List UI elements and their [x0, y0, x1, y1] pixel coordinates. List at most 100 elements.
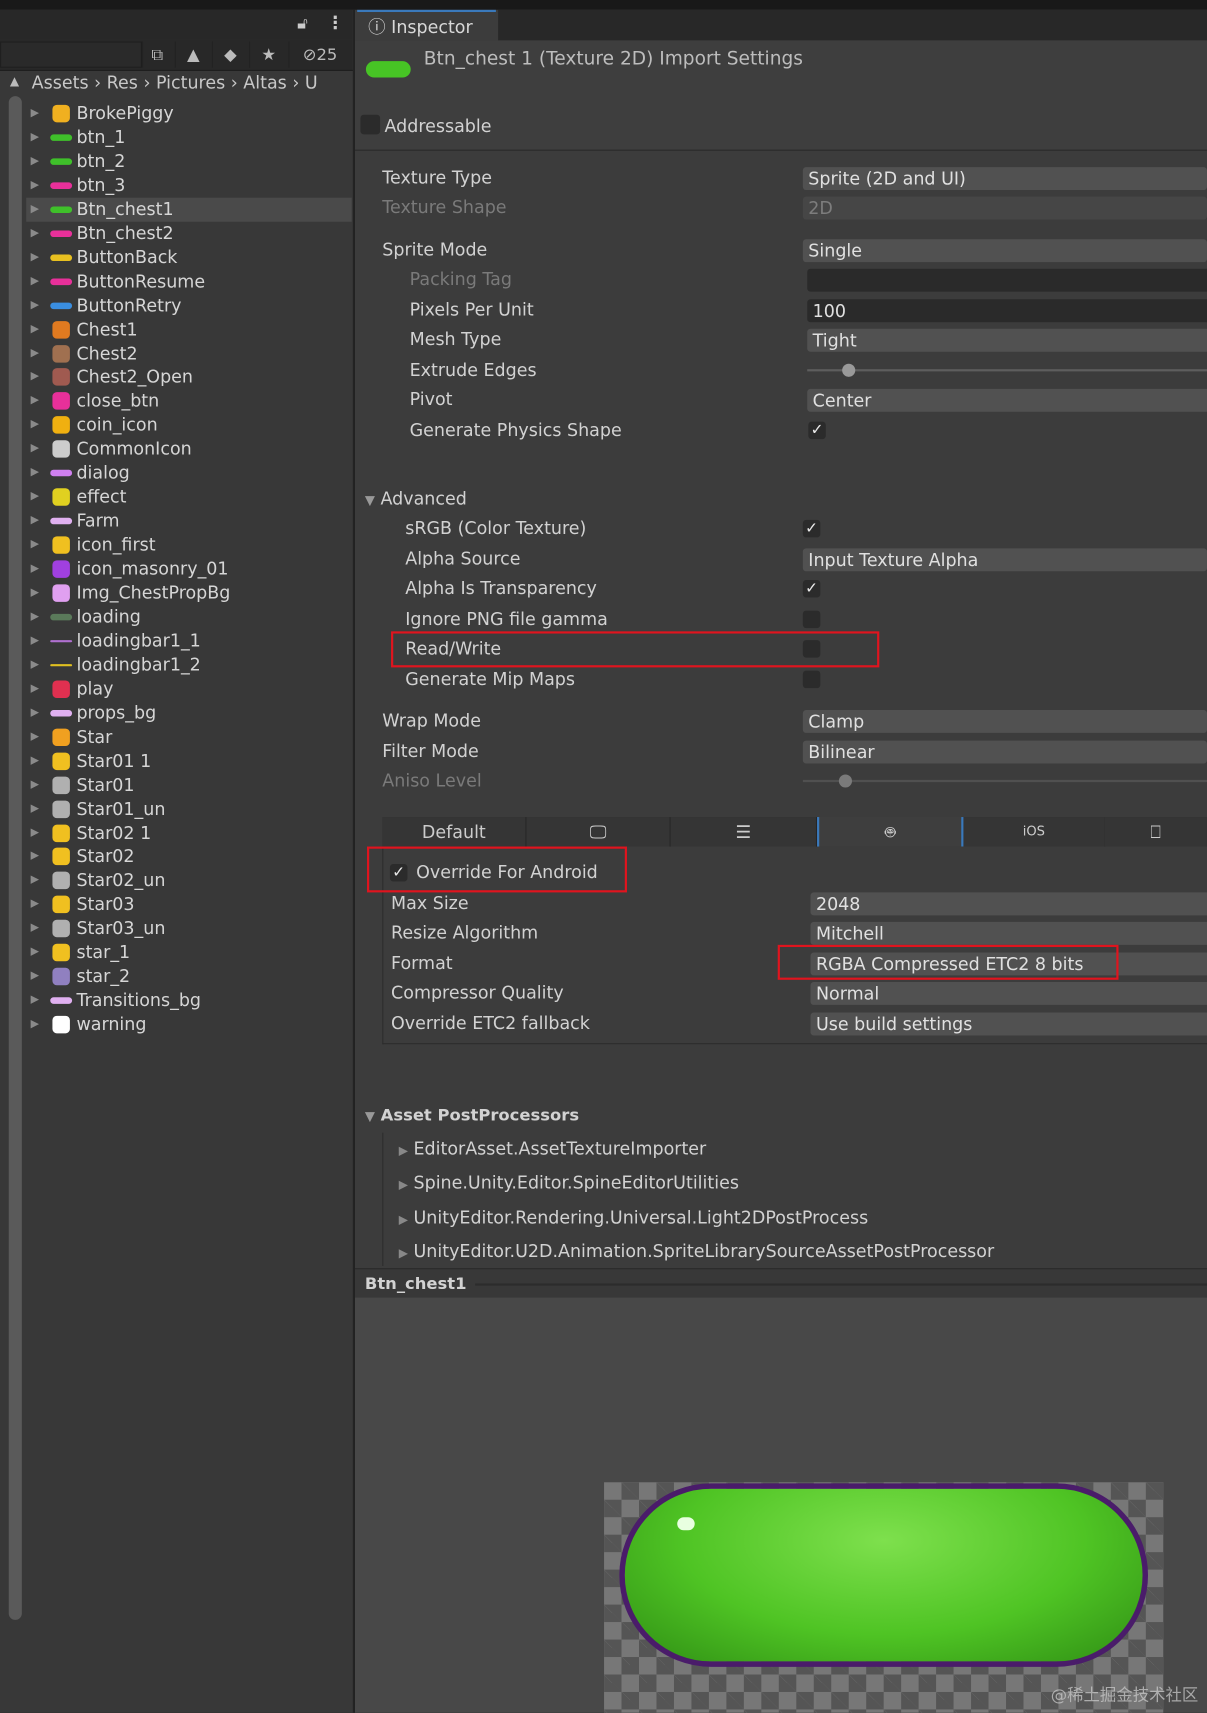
asset-item[interactable]: ▶ Star [26, 725, 352, 749]
asset-item[interactable]: ▶ play [26, 677, 352, 701]
breadcrumb-altas[interactable]: Altas [243, 72, 286, 93]
filter-type-icon[interactable]: ▲ [174, 41, 211, 68]
postprocessor-item[interactable]: ▶ UnityEditor.U2D.Animation.SpriteLibrar… [399, 1241, 994, 1262]
preview-drag-handle[interactable] [475, 1283, 1207, 1286]
expand-arrow-icon[interactable]: ▶ [31, 150, 39, 174]
extrude-edges-slider[interactable] [807, 363, 1207, 377]
asset-item[interactable]: ▶ Chest2 [26, 341, 352, 365]
asset-item[interactable]: ▶ Btn_chest2 [26, 221, 352, 245]
slider-knob[interactable] [838, 774, 852, 788]
mesh-type-dropdown[interactable]: Tight [807, 328, 1207, 352]
expand-arrow-icon[interactable]: ▶ [31, 485, 39, 509]
asset-item[interactable]: ▶ loading [26, 605, 352, 629]
search-input[interactable] [0, 41, 142, 68]
etc2-fallback-dropdown[interactable]: Use build settings [810, 1012, 1207, 1036]
asset-item[interactable]: ▶ Star03_un [26, 917, 352, 941]
expand-arrow-icon[interactable]: ▶ [31, 413, 39, 437]
expand-arrow-icon[interactable]: ▶ [31, 389, 39, 413]
asset-item[interactable]: ▶ Chest2_Open [26, 365, 352, 389]
packing-tag-input[interactable] [807, 268, 1207, 292]
expand-arrow-icon[interactable]: ▶ [31, 197, 39, 221]
expand-arrow-icon[interactable]: ▶ [31, 437, 39, 461]
resize-algorithm-dropdown[interactable]: Mitchell [810, 921, 1207, 945]
asset-item[interactable]: ▶ btn_1 [26, 126, 352, 150]
expand-arrow-icon[interactable]: ▶ [31, 725, 39, 749]
asset-item[interactable]: ▶ Star02 1 [26, 821, 352, 845]
expand-arrow-icon[interactable]: ▶ [31, 293, 39, 317]
postprocessor-item[interactable]: ▶ UnityEditor.Rendering.Universal.Light2… [399, 1207, 869, 1228]
more-menu-icon[interactable]: ⋮ [327, 12, 344, 33]
ignore-png-gamma-checkbox[interactable] [802, 610, 821, 629]
expand-arrow-icon[interactable]: ▶ [31, 102, 39, 126]
expand-arrow-icon[interactable]: ▶ [31, 461, 39, 485]
expand-arrow-icon[interactable]: ▶ [31, 269, 39, 293]
physics-shape-checkbox[interactable]: ✓ [808, 421, 826, 440]
breadcrumb-pictures[interactable]: Pictures [156, 72, 225, 93]
asset-item[interactable]: ▶ props_bg [26, 701, 352, 725]
pivot-dropdown[interactable]: Center [807, 388, 1207, 412]
expand-arrow-icon[interactable]: ▶ [31, 1013, 39, 1037]
expand-arrow-icon[interactable]: ▶ [31, 341, 39, 365]
expand-arrow-icon[interactable]: ▶ [31, 845, 39, 869]
asset-item[interactable]: ▶ ButtonBack [26, 245, 352, 269]
srgb-checkbox[interactable]: ✓ [802, 519, 821, 538]
expand-arrow-icon[interactable]: ▶ [31, 749, 39, 773]
hidden-count-button[interactable]: ⊘25 [288, 41, 350, 68]
asset-item[interactable]: ▶ Btn_chest1 [26, 197, 352, 222]
max-size-dropdown[interactable]: 2048 [810, 892, 1207, 916]
scrollbar[interactable] [8, 96, 22, 1620]
expand-arrow-icon[interactable]: ▶ [31, 629, 39, 653]
asset-item[interactable]: ▶ star_2 [26, 965, 352, 989]
expand-arrow-icon[interactable]: ▶ [31, 317, 39, 341]
tag-icon[interactable]: ◆ [211, 41, 248, 68]
asset-item[interactable]: ▶ icon_masonry_01 [26, 557, 352, 581]
postprocessors-foldout[interactable]: ▼ Asset PostProcessors [365, 1105, 579, 1125]
platform-tab-webgl[interactable]: ⎕ [1104, 817, 1207, 847]
postprocessor-item[interactable]: ▶ Spine.Unity.Editor.SpineEditorUtilitie… [399, 1172, 739, 1193]
expand-arrow-icon[interactable]: ▶ [31, 821, 39, 845]
expand-arrow-icon[interactable]: ▶ [31, 221, 39, 245]
asset-item[interactable]: ▶ dialog [26, 461, 352, 485]
asset-item[interactable]: ▶ BrokePiggy [26, 102, 352, 126]
platform-tab-default[interactable]: Default [382, 817, 527, 847]
asset-item[interactable]: ▶ Img_ChestPropBg [26, 581, 352, 605]
expand-arrow-icon[interactable]: ▶ [31, 917, 39, 941]
expand-arrow-icon[interactable]: ▶ [31, 701, 39, 725]
expand-arrow-icon[interactable]: ▶ [31, 509, 39, 533]
star-icon[interactable]: ★ [249, 41, 287, 68]
asset-item[interactable]: ▶ loadingbar1_1 [26, 629, 352, 653]
sprite-mode-dropdown[interactable]: Single [802, 239, 1207, 263]
expand-arrow-icon[interactable]: ▶ [31, 941, 39, 965]
postprocessor-item[interactable]: ▶ EditorAsset.AssetTextureImporter [399, 1138, 707, 1159]
platform-tab-android[interactable]: 🤖︎ [817, 817, 963, 847]
preview-header[interactable]: Btn_chest1 [354, 1268, 1207, 1299]
breadcrumb-assets[interactable]: Assets [32, 72, 89, 93]
asset-item[interactable]: ▶ star_1 [26, 941, 352, 965]
scroll-up-icon[interactable]: ▲ [10, 74, 19, 88]
expand-arrow-icon[interactable]: ▶ [31, 126, 39, 150]
asset-item[interactable]: ▶ close_btn [26, 389, 352, 413]
asset-item[interactable]: ▶ Farm [26, 509, 352, 533]
advanced-foldout[interactable]: ▼ Advanced [365, 488, 467, 509]
expand-arrow-icon[interactable]: ▶ [31, 365, 39, 389]
asset-item[interactable]: ▶ Star03 [26, 893, 352, 917]
aniso-level-slider[interactable] [802, 774, 1207, 788]
asset-item[interactable]: ▶ ButtonRetry [26, 293, 352, 317]
expand-arrow-icon[interactable]: ▶ [31, 605, 39, 629]
expand-arrow-icon[interactable]: ▶ [31, 174, 39, 198]
asset-item[interactable]: ▶ loadingbar1_2 [26, 653, 352, 677]
breadcrumb-u[interactable]: U [305, 72, 318, 93]
alpha-source-dropdown[interactable]: Input Texture Alpha [802, 548, 1207, 572]
asset-item[interactable]: ▶ effect [26, 485, 352, 509]
mipmaps-checkbox[interactable] [802, 670, 821, 689]
expand-arrow-icon[interactable]: ▶ [31, 245, 39, 269]
asset-item[interactable]: ▶ btn_2 [26, 150, 352, 174]
expand-arrow-icon[interactable]: ▶ [31, 893, 39, 917]
asset-item[interactable]: ▶ Star01_un [26, 797, 352, 821]
compressor-quality-dropdown[interactable]: Normal [810, 981, 1207, 1005]
platform-tab-ios[interactable]: iOS [961, 817, 1106, 847]
filter-mode-dropdown[interactable]: Bilinear [802, 740, 1207, 764]
asset-item[interactable]: ▶ Star01 1 [26, 749, 352, 773]
asset-item[interactable]: ▶ Transitions_bg [26, 989, 352, 1013]
tab-inspector[interactable]: ⓘ Inspector [357, 9, 496, 43]
